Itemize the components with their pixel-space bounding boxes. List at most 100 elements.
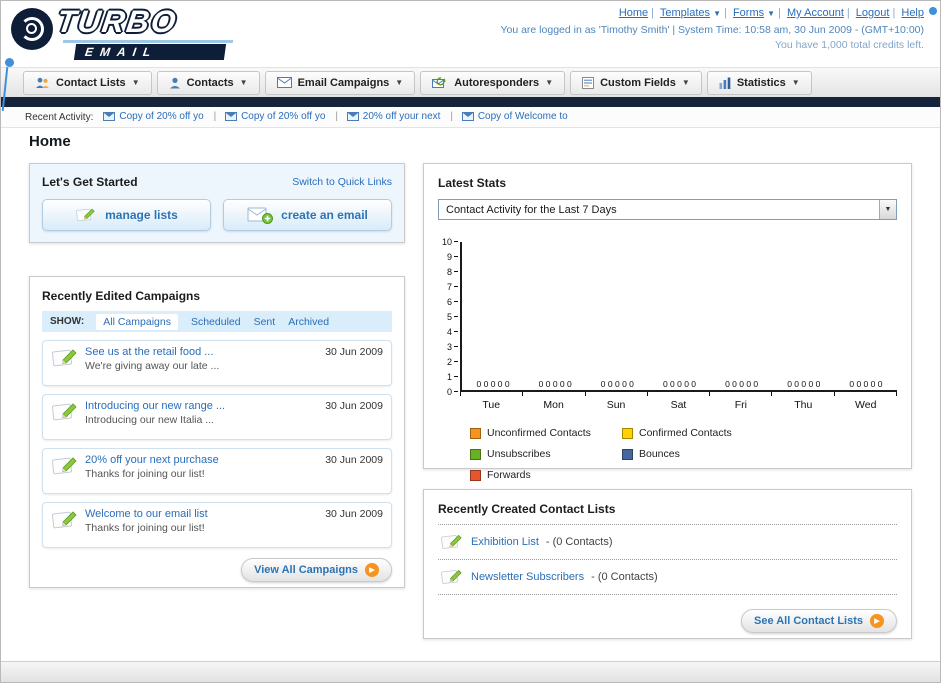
nav-tab-label: Statistics — [736, 76, 786, 89]
legend-swatch — [622, 427, 633, 439]
footer-bar — [1, 661, 940, 682]
link-separator: | — [651, 7, 655, 19]
recent-activity-link[interactable]: 20% off your next — [363, 111, 441, 122]
nav-tab-autoresponders[interactable]: Autoresponders ▼ — [420, 70, 566, 95]
latest-stats-panel: Latest Stats Contact Activity for the La… — [423, 163, 912, 481]
create-email-button[interactable]: create an email — [223, 199, 392, 231]
campaign-list-item: Welcome to our email list Thanks for joi… — [42, 502, 392, 548]
logo-subtitle: EMAIL — [73, 44, 227, 60]
legend-item: Unsubscribes — [470, 448, 622, 460]
nav-tab-contact-lists[interactable]: Contact Lists ▼ — [23, 70, 152, 95]
arrow-right-icon: ▶ — [365, 563, 379, 577]
recent-contact-lists-title: Recently Created Contact Lists — [438, 502, 616, 516]
campaign-text: See us at the retail food ... We're givi… — [79, 346, 325, 372]
contact-list-link[interactable]: Exhibition List — [471, 536, 539, 548]
stats-period-select[interactable]: Contact Activity for the Last 7 Days ▼ — [438, 199, 897, 220]
chevron-down-icon: ▼ — [713, 9, 722, 18]
contact-list-item: Newsletter Subscribers - (0 Contacts) — [438, 560, 897, 595]
chart-y-axis: 10 9 8 7 6 5 4 3 2 1 0 — [438, 237, 460, 397]
top-link-logout[interactable]: Logout — [856, 7, 890, 19]
top-link-home[interactable]: Home — [619, 7, 648, 19]
campaign-text: Welcome to our email list Thanks for joi… — [79, 508, 325, 534]
see-all-contact-lists-label: See All Contact Lists — [753, 615, 863, 627]
chart-x-tick-label: Sun — [606, 399, 626, 411]
recent-activity-item: Copy of 20% off yo — [103, 111, 216, 122]
manage-lists-button[interactable]: manage lists — [42, 199, 211, 231]
top-link-my-account[interactable]: My Account — [787, 7, 844, 19]
legend-item: Bounces — [622, 448, 774, 460]
chart-x-tick-label: Mon — [543, 399, 564, 411]
see-all-contact-lists-button[interactable]: See All Contact Lists ▶ — [740, 609, 897, 633]
recent-activity-item: 20% off your next — [346, 111, 453, 122]
chart-x-tick-label: Wed — [855, 399, 877, 411]
legend-swatch — [622, 448, 633, 460]
campaign-text: Introducing our new range ... Introducin… — [79, 400, 325, 426]
campaign-title-link[interactable]: See us at the retail food ... — [85, 346, 325, 358]
recent-activity-item: Copy of Welcome to — [461, 111, 568, 122]
link-separator: | — [724, 7, 727, 19]
campaign-filter-tabs: SHOW: All Campaigns Scheduled Sent Archi… — [42, 311, 392, 332]
legend-label: Confirmed Contacts — [639, 427, 732, 439]
nav-tab-custom-fields[interactable]: Custom Fields ▼ — [570, 70, 702, 95]
credits-status: You have 1,000 total credits left. — [774, 39, 924, 51]
view-all-campaigns-button[interactable]: View All Campaigns ▶ — [241, 558, 392, 582]
legend-swatch — [470, 469, 481, 481]
campaign-filter-tab[interactable]: Scheduled — [191, 316, 241, 328]
nav-tab-label: Contacts — [186, 76, 234, 89]
nav-accent-bar — [1, 97, 940, 107]
legend-label: Unconfirmed Contacts — [487, 427, 591, 439]
campaign-filter-tab[interactable]: Sent — [254, 316, 276, 328]
chart-group-values: 0 0 0 0 0 — [538, 379, 572, 389]
page-title: Home — [29, 133, 71, 150]
autoresponders-icon — [432, 76, 446, 88]
get-started-panel: Let's Get Started Switch to Quick Links … — [29, 163, 405, 243]
campaign-title-link[interactable]: 20% off your next purchase — [85, 454, 325, 466]
top-link-forms[interactable]: Forms — [733, 7, 764, 19]
switch-quick-links[interactable]: Switch to Quick Links — [292, 176, 392, 188]
legend-label: Unsubscribes — [487, 448, 551, 460]
chevron-down-icon[interactable]: ▼ — [879, 200, 896, 219]
chart-group-values: 0 0 0 0 0 — [600, 379, 634, 389]
campaign-filter-tab[interactable]: Archived — [288, 316, 329, 328]
recent-activity-link[interactable]: Copy of Welcome to — [478, 111, 568, 122]
chart-x-tick-label: Tue — [482, 399, 501, 411]
nav-tab-contacts[interactable]: Contacts ▼ — [156, 70, 260, 95]
custom-fields-icon — [582, 76, 595, 89]
link-separator: | — [892, 7, 896, 19]
campaign-subtitle: Introducing our new Italia ... — [85, 414, 214, 426]
contact-lists-list: Exhibition List - (0 Contacts) Newslette… — [438, 524, 897, 595]
recent-activity-link[interactable]: Copy of 20% off yo — [119, 111, 203, 122]
campaign-date: 30 Jun 2009 — [325, 400, 383, 412]
chart-x-tick-label: Fri — [734, 399, 748, 411]
link-separator: | — [846, 7, 850, 19]
nav-tab-statistics[interactable]: Statistics ▼ — [706, 70, 812, 95]
campaign-text: 20% off your next purchase Thanks for jo… — [79, 454, 325, 480]
chevron-down-icon: ▼ — [681, 78, 690, 87]
chart-group-values: 0 0 0 0 0 — [787, 379, 821, 389]
contacts-icon — [169, 77, 180, 88]
recent-activity-link[interactable]: Copy of 20% off yo — [241, 111, 325, 122]
logo-text: TURBO EMAIL — [55, 4, 234, 60]
logo-swoosh — [62, 40, 234, 43]
pencil-paper-icon — [441, 534, 462, 549]
top-link-help[interactable]: Help — [901, 7, 924, 19]
recent-activity-item: Copy of 20% off yo — [225, 111, 338, 122]
campaign-filter-tab[interactable]: All Campaigns — [96, 313, 178, 330]
chevron-down-icon: ▼ — [767, 9, 776, 18]
chart-legend: Unconfirmed Contacts Confirmed Contacts … — [438, 427, 897, 490]
stats-period-value: Contact Activity for the Last 7 Days — [446, 203, 617, 216]
legend-item: Forwards — [470, 469, 622, 481]
recent-campaigns-title: Recently Edited Campaigns — [42, 289, 201, 303]
campaign-title-link[interactable]: Introducing our new range ... — [85, 400, 325, 412]
contact-list-link[interactable]: Newsletter Subscribers — [471, 571, 584, 583]
header-right: Home | Templates ▼ | Forms ▼ | My Account | … — [500, 7, 924, 51]
get-started-title: Let's Get Started — [42, 175, 138, 189]
campaign-subtitle: Thanks for joining our list! — [85, 522, 205, 534]
arrow-right-icon: ▶ — [870, 614, 884, 628]
nav-tab-email-campaigns[interactable]: Email Campaigns ▼ — [264, 70, 416, 95]
pencil-paper-icon — [76, 208, 95, 222]
campaign-subtitle: We're giving away our late ... — [85, 360, 220, 372]
chart-x-tick-label: Thu — [794, 399, 813, 411]
top-link-templates[interactable]: Templates — [660, 7, 710, 19]
campaign-title-link[interactable]: Welcome to our email list — [85, 508, 325, 520]
